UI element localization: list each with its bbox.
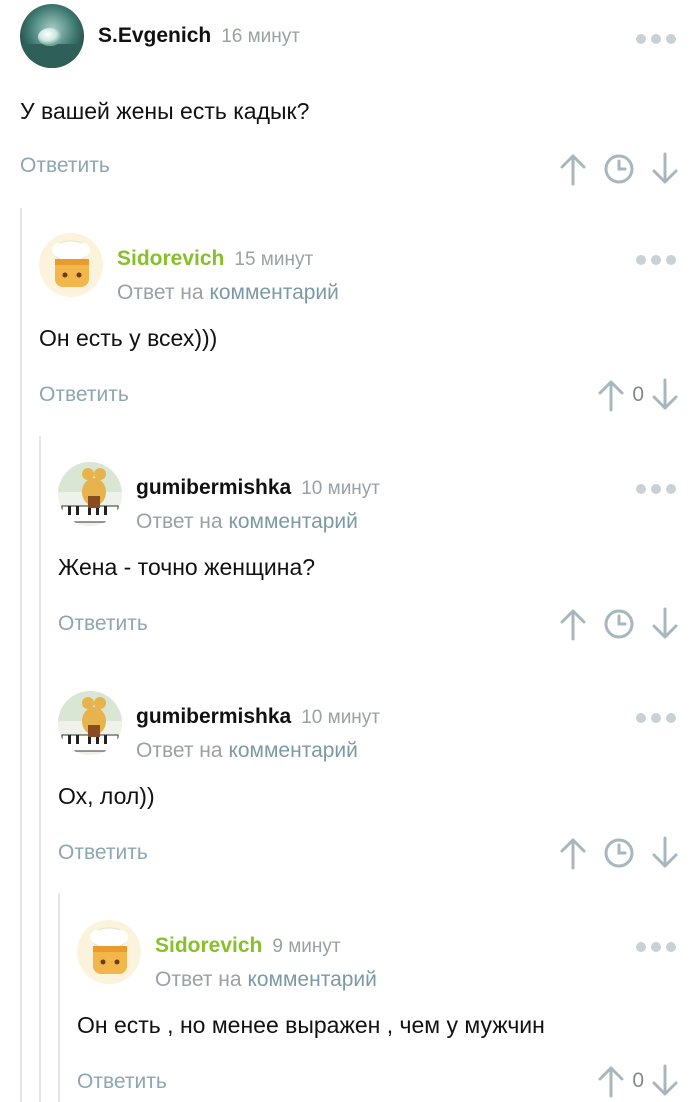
reply-to-link[interactable]: комментарий	[247, 968, 376, 991]
reply-to-prefix: Ответ на	[117, 281, 204, 304]
author-name[interactable]: gumibermishka	[136, 705, 291, 728]
comment-actions: 0	[596, 1064, 680, 1098]
author-name[interactable]: Sidorevich	[117, 247, 224, 270]
comment-time: 15 минут	[234, 249, 314, 270]
clock-icon	[604, 154, 634, 184]
comment-time: 16 минут	[221, 26, 300, 47]
comment: S.Evgenich 16 минут У вашей жены есть кад…	[20, 4, 700, 204]
comment: Sidorevich 9 минут Ответ на комментарий О…	[77, 920, 700, 1102]
comment-author-line: gumibermishka 10 минут	[136, 476, 380, 500]
reply-button[interactable]: Ответить	[58, 612, 148, 636]
upvote-arrow-icon[interactable]	[596, 1064, 626, 1098]
downvote-arrow-icon[interactable]	[650, 378, 680, 412]
bear-piano-avatar[interactable]	[58, 691, 122, 755]
comment-actions	[558, 152, 680, 186]
reply-to-line: Ответ на комментарий	[136, 739, 358, 763]
comment-author-line: gumibermishka 10 минут	[136, 705, 380, 729]
comment-text: Он есть , но менее выражен , чем у мужчи…	[77, 1012, 545, 1038]
comment-time: 10 минут	[301, 707, 381, 728]
reply-button[interactable]: Ответить	[58, 841, 148, 865]
upvote-arrow-icon[interactable]	[596, 378, 626, 412]
author-name[interactable]: gumibermishka	[136, 476, 291, 499]
more-options-icon[interactable]	[636, 34, 676, 44]
comment-text: Ох, лол))	[58, 783, 155, 809]
reply-to-link[interactable]: комментарий	[228, 739, 357, 762]
author-name[interactable]: S.Evgenich	[98, 24, 211, 47]
comment-actions	[558, 607, 680, 641]
comment-time: 10 минут	[301, 478, 381, 499]
thread-line-level-1	[20, 208, 22, 1102]
chef-bread-avatar[interactable]	[39, 233, 103, 297]
reply-to-prefix: Ответ на	[136, 510, 223, 533]
thread-line-level-3	[58, 893, 60, 1102]
comment-actions	[558, 836, 680, 870]
reply-to-prefix: Ответ на	[155, 968, 242, 991]
bear-piano-avatar[interactable]	[58, 462, 122, 526]
comment-text: Он есть у всех)))	[39, 325, 218, 351]
reply-to-line: Ответ на комментарий	[155, 968, 377, 992]
water-drop-avatar[interactable]	[20, 4, 84, 68]
comment-time: 9 минут	[272, 936, 341, 957]
comment: gumibermishka 10 минут Ответ на комментар…	[58, 462, 700, 652]
downvote-arrow-icon[interactable]	[650, 1064, 680, 1098]
upvote-arrow-icon[interactable]	[558, 836, 588, 870]
comment-author-line: S.Evgenich 16 минут	[98, 24, 300, 48]
reply-to-line: Ответ на комментарий	[136, 510, 358, 534]
chef-bread-avatar[interactable]	[77, 920, 141, 984]
upvote-arrow-icon[interactable]	[558, 607, 588, 641]
comment: gumibermishka 10 минут Ответ на комментар…	[58, 691, 700, 881]
comment: Sidorevich 15 минут Ответ на комментарий …	[39, 233, 700, 423]
rating-count: 0	[632, 1069, 644, 1092]
more-options-icon[interactable]	[636, 255, 676, 265]
upvote-arrow-icon[interactable]	[558, 152, 588, 186]
more-options-icon[interactable]	[636, 484, 676, 494]
clock-icon	[604, 838, 634, 868]
reply-to-link[interactable]: комментарий	[209, 281, 338, 304]
comment-text: Жена - точно женщина?	[58, 554, 316, 580]
comment-author-line: Sidorevich 9 минут	[155, 934, 341, 958]
reply-button[interactable]: Ответить	[20, 154, 110, 178]
thread-line-level-2	[39, 436, 41, 1102]
author-name[interactable]: Sidorevich	[155, 934, 262, 957]
downvote-arrow-icon[interactable]	[650, 607, 680, 641]
reply-to-line: Ответ на комментарий	[117, 281, 339, 305]
reply-button[interactable]: Ответить	[39, 383, 129, 407]
reply-to-link[interactable]: комментарий	[228, 510, 357, 533]
clock-icon	[604, 609, 634, 639]
comment-text: У вашей жены есть кадык?	[20, 98, 310, 124]
downvote-arrow-icon[interactable]	[650, 152, 680, 186]
rating-count: 0	[632, 383, 644, 406]
comment-author-line: Sidorevich 15 минут	[117, 247, 313, 271]
downvote-arrow-icon[interactable]	[650, 836, 680, 870]
comment-actions: 0	[596, 378, 680, 412]
reply-to-prefix: Ответ на	[136, 739, 223, 762]
more-options-icon[interactable]	[636, 942, 676, 952]
reply-button[interactable]: Ответить	[77, 1070, 167, 1094]
more-options-icon[interactable]	[636, 713, 676, 723]
